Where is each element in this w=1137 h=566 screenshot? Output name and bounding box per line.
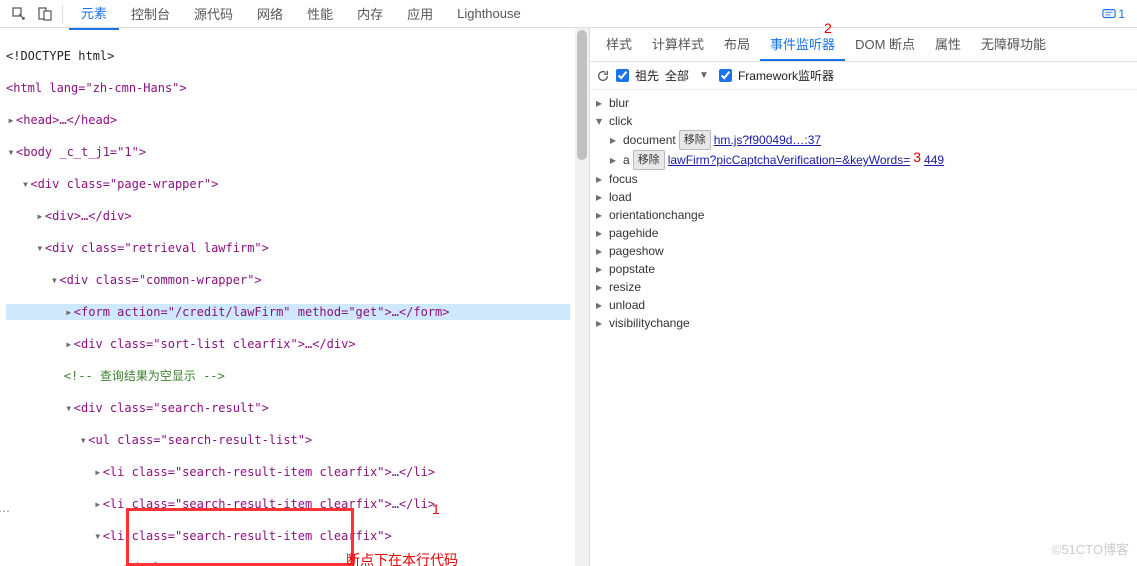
scrollbar-thumb[interactable] — [577, 30, 587, 160]
sort-list-node[interactable]: <div class="sort-list clearfix">…</div> — [74, 337, 356, 351]
dropdown-arrow-icon[interactable]: ▼ — [695, 70, 713, 81]
tab-elements[interactable]: 元素 — [69, 0, 119, 30]
event-blur[interactable]: blur — [609, 94, 629, 112]
dom-tree[interactable]: <!DOCTYPE html> <html lang="zh-cmn-Hans"… — [0, 28, 576, 566]
sub-tab-dom-breakpoints[interactable]: DOM 断点 — [845, 28, 925, 61]
event-load[interactable]: load — [609, 188, 632, 206]
event-pageshow[interactable]: pageshow — [609, 242, 664, 260]
event-orientationchange[interactable]: orientationchange — [609, 206, 704, 224]
watermark: ©51CTO博客 — [1052, 539, 1129, 558]
search-result-node[interactable]: <div class="search-result"> — [74, 401, 269, 415]
ancestors-label: 祖先 — [635, 67, 659, 84]
tab-memory[interactable]: 内存 — [345, 0, 395, 29]
retrieval-node[interactable]: <div class="retrieval lawfirm"> — [45, 241, 269, 255]
form-node[interactable]: <form action="/credit/lawFirm" method="g… — [74, 305, 450, 319]
tab-lighthouse[interactable]: Lighthouse — [445, 0, 533, 27]
remove-button-2[interactable]: 移除 — [633, 150, 665, 170]
event-pagehide[interactable]: pagehide — [609, 224, 658, 242]
messages-badge[interactable]: 1 — [1102, 7, 1131, 21]
ul-node[interactable]: <ul class="search-result-list"> — [88, 433, 312, 447]
doc-link[interactable]: hm.js?f90049d…:37 — [714, 131, 821, 149]
head-node[interactable]: <head>…</head> — [16, 113, 117, 127]
device-icon[interactable] — [32, 2, 58, 26]
annotation-3: 3 — [913, 148, 921, 166]
click-document[interactable]: document — [623, 131, 676, 149]
event-resize[interactable]: resize — [609, 278, 641, 296]
all-label[interactable]: 全部 — [665, 67, 689, 84]
sub-tab-listeners-label: 事件监听器 — [770, 37, 835, 52]
gutter-ellipsis: ⋯ — [0, 504, 10, 518]
event-visibilitychange[interactable]: visibilitychange — [609, 314, 690, 332]
framework-label: Framework监听器 — [738, 67, 834, 84]
page-wrapper-node[interactable]: <div class="page-wrapper"> — [30, 177, 218, 191]
scrollbar[interactable] — [575, 28, 589, 566]
li-2[interactable]: <li class="search-result-item clearfix">… — [103, 497, 435, 511]
tab-network[interactable]: 网络 — [245, 0, 295, 29]
tab-sources[interactable]: 源代码 — [182, 0, 245, 29]
body-node[interactable]: <body _c_t_j1="1"> — [16, 145, 146, 159]
event-click[interactable]: click — [609, 112, 632, 130]
inspect-icon[interactable] — [6, 2, 32, 26]
event-popstate[interactable]: popstate — [609, 260, 655, 278]
doctype-node: <!DOCTYPE html> — [6, 49, 114, 63]
div-collapsed-1[interactable]: <div>…</div> — [45, 209, 132, 223]
remove-button-1[interactable]: 移除 — [679, 130, 711, 150]
sub-tab-properties[interactable]: 属性 — [925, 28, 971, 61]
sub-tab-styles[interactable]: 样式 — [596, 28, 642, 61]
messages-count: 1 — [1118, 7, 1125, 21]
sub-tab-computed[interactable]: 计算样式 — [642, 28, 714, 61]
framework-checkbox[interactable] — [719, 69, 732, 82]
common-wrapper-node[interactable]: <div class="common-wrapper"> — [59, 273, 261, 287]
divider — [62, 5, 63, 23]
annotation-breakpoint: 断点下在本行代码 — [346, 550, 458, 566]
a-link-suffix[interactable]: 449 — [924, 151, 944, 169]
event-list: ▸blur ▾click ▸document 移除 hm.js?f90049d…… — [590, 90, 1137, 336]
refresh-icon[interactable] — [596, 69, 610, 83]
event-focus[interactable]: focus — [609, 170, 638, 188]
comment-node: <!-- 查询结果为空显示 --> — [64, 369, 225, 383]
a-link[interactable]: lawFirm?picCaptchaVerification=&keyWords… — [668, 151, 911, 169]
tab-application[interactable]: 应用 — [395, 0, 445, 29]
sub-tab-layout[interactable]: 布局 — [714, 28, 760, 61]
tab-performance[interactable]: 性能 — [295, 0, 345, 29]
ancestors-checkbox[interactable] — [616, 69, 629, 82]
click-a[interactable]: a — [623, 151, 630, 169]
sub-tab-listeners[interactable]: 事件监听器 2 — [760, 28, 845, 61]
html-open[interactable]: <html lang="zh-cmn-Hans"> — [6, 81, 187, 95]
li-1[interactable]: <li class="search-result-item clearfix">… — [103, 465, 435, 479]
tab-console[interactable]: 控制台 — [119, 0, 182, 29]
annotation-2: 2 — [824, 20, 832, 36]
before-pseudo: ::before — [122, 561, 180, 566]
event-unload[interactable]: unload — [609, 296, 645, 314]
annotation-1: 1 — [432, 501, 440, 517]
li-3[interactable]: <li class="search-result-item clearfix"> — [103, 529, 392, 543]
sub-tab-accessibility[interactable]: 无障碍功能 — [971, 28, 1056, 61]
